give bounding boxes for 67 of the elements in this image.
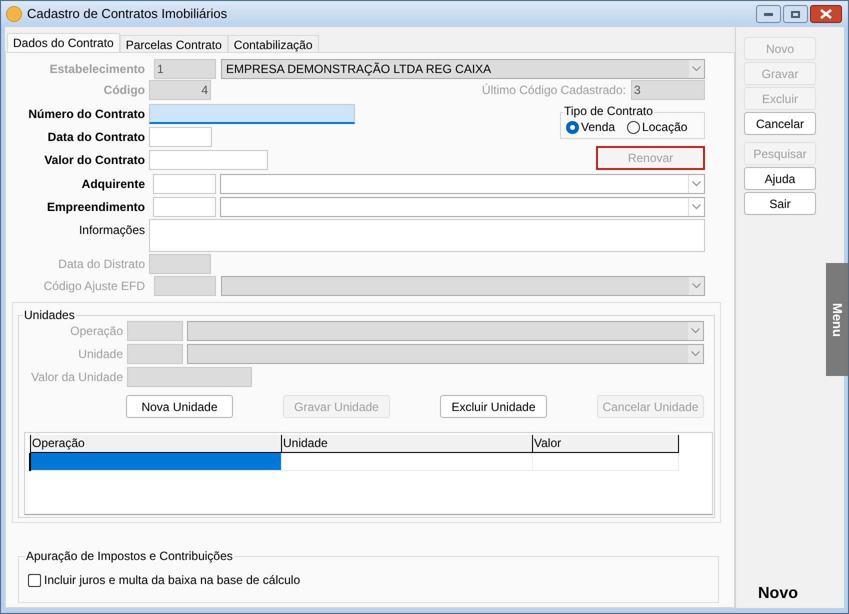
field-label: Código	[104, 82, 145, 99]
input-field[interactable]	[149, 150, 268, 170]
input-field[interactable]	[153, 174, 216, 194]
field-label: Valor do Contrato	[44, 152, 145, 169]
input-field[interactable]	[127, 320, 183, 340]
form-button[interactable]: Sair	[744, 192, 816, 215]
radio-option[interactable]: Venda	[566, 118, 616, 136]
column-header[interactable]: Valor	[533, 435, 679, 453]
field-label: Empreendimento	[46, 199, 145, 216]
column-header[interactable]: Operação	[31, 435, 282, 453]
input-field[interactable]	[153, 197, 216, 217]
field-label: Valor da Unidade	[31, 368, 123, 386]
field-label: Data do Contrato	[48, 129, 145, 146]
form-button[interactable]: Cancelar	[744, 112, 816, 135]
field-label: Código Ajuste EFD	[44, 278, 145, 295]
group-title: Tipo de Contrato	[563, 105, 654, 118]
tab[interactable]: Contabilização	[228, 35, 318, 52]
combo-box[interactable]	[220, 197, 705, 217]
input-field[interactable]	[149, 254, 211, 274]
field-label: Data do Distrato	[58, 256, 145, 273]
maximize-button[interactable]	[783, 5, 808, 23]
menu-tab[interactable]: Menu	[826, 263, 848, 376]
field-label: Último Código Cadastrado:	[482, 82, 626, 99]
tab[interactable]: Parcelas Contrato	[120, 35, 228, 52]
combo-box[interactable]	[220, 174, 705, 194]
input-field[interactable]	[149, 127, 212, 147]
app-icon	[6, 6, 22, 22]
combo-box[interactable]	[187, 320, 704, 340]
combo-box[interactable]	[187, 344, 704, 364]
form-button[interactable]: Excluir Unidade	[440, 395, 547, 418]
group-title: Apuração de Impostos e Contribuições	[25, 549, 234, 563]
field-label: Informações	[78, 222, 145, 239]
chevron-down-icon	[691, 350, 700, 356]
tab[interactable]: Dados do Contrato	[7, 33, 120, 52]
chevron-down-icon	[692, 66, 701, 72]
radio-button[interactable]	[627, 120, 640, 134]
chevron-down-icon	[692, 204, 701, 210]
input-field[interactable]	[149, 104, 355, 124]
input-field[interactable]	[127, 344, 183, 364]
field-label: Estabelecimento	[50, 61, 145, 78]
chevron-down-icon	[692, 283, 701, 289]
combo-box[interactable]	[221, 276, 705, 296]
field-label: Adquirente	[82, 176, 145, 193]
radio-option[interactable]: Locação	[627, 118, 688, 136]
group-title: Unidades	[23, 308, 76, 322]
text-area[interactable]	[149, 219, 705, 252]
close-button[interactable]	[810, 5, 842, 23]
mode-label: Novo	[758, 584, 798, 604]
checkbox[interactable]	[28, 574, 41, 586]
column-header[interactable]: Unidade	[282, 435, 533, 453]
window-title: Cadastro de Contratos Imobiliários	[27, 5, 228, 24]
form-button[interactable]: Ajuda	[744, 167, 816, 190]
checkbox-option[interactable]: Incluir juros e multa da baixa na base de cálculo	[28, 571, 718, 589]
input-field[interactable]	[154, 276, 216, 296]
form-button[interactable]: Nova Unidade	[126, 395, 233, 418]
table-cell[interactable]	[282, 453, 533, 471]
input-field[interactable]	[127, 366, 252, 386]
chevron-down-icon	[692, 181, 701, 187]
field-label: Unidade	[78, 346, 123, 362]
table-cell[interactable]	[31, 453, 282, 471]
field-label: Operação	[70, 322, 123, 340]
close-icon	[820, 9, 832, 19]
field-label: Número do Contrato	[28, 106, 145, 123]
minimize-button[interactable]	[756, 5, 781, 23]
table-cell[interactable]	[533, 453, 679, 471]
radio-button[interactable]	[566, 120, 579, 134]
chevron-down-icon	[691, 328, 700, 334]
